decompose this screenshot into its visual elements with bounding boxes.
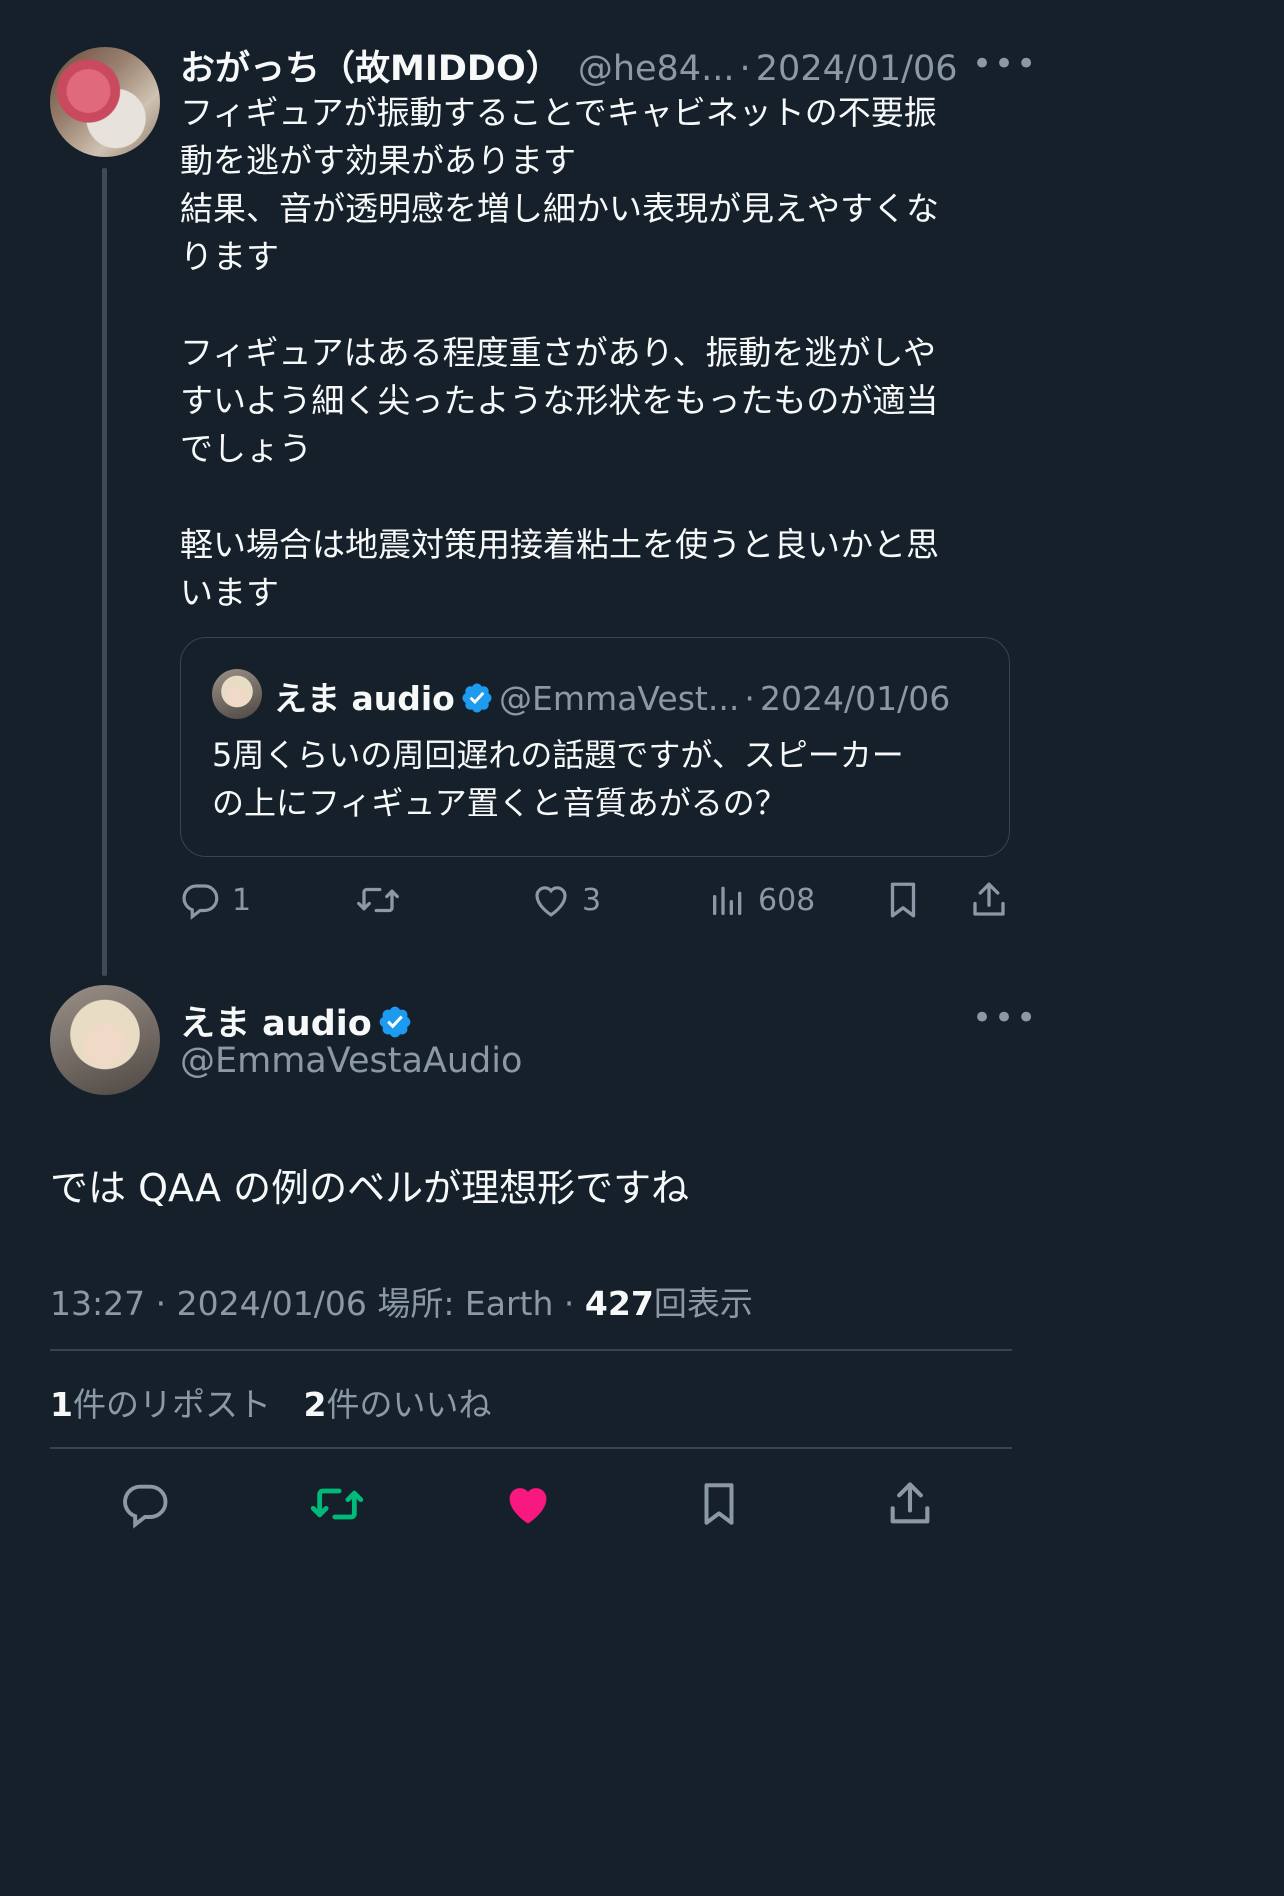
tweet-time[interactable]: 13:27 — [50, 1284, 145, 1323]
share-icon — [884, 1478, 936, 1530]
heart-icon — [530, 879, 572, 921]
quoted-display-name: えま audio — [274, 679, 455, 718]
avatar-emma-audio[interactable] — [50, 985, 160, 1095]
main-tweet-text: では QAA の例のベルが理想形ですね — [50, 1166, 690, 1210]
views-button[interactable]: 608 — [708, 878, 815, 922]
separator-dot: · — [739, 49, 751, 89]
retweet-icon — [355, 879, 401, 921]
repost-count: 1 — [50, 1385, 73, 1424]
bookmark-button[interactable] — [694, 1478, 744, 1530]
bookmark-button[interactable] — [882, 878, 924, 922]
user-handle[interactable]: @EmmaVestaAudio — [180, 1041, 522, 1081]
quoted-tweet-text: 5周くらいの周回遅れの話題ですが、スピーカー の上にフィギュア置くと音質あがるの… — [212, 736, 904, 822]
user-handle[interactable]: @he84... — [578, 49, 735, 89]
like-count: 3 — [582, 882, 602, 918]
verified-badge-icon — [460, 681, 494, 715]
reply-icon — [120, 1478, 172, 1530]
like-button[interactable] — [502, 1478, 554, 1530]
reply-count: 1 — [232, 882, 252, 918]
views-label: 回表示 — [653, 1284, 753, 1323]
share-button[interactable] — [968, 878, 1010, 922]
more-options-icon[interactable]: ••• — [972, 998, 1038, 1038]
display-name[interactable]: おがっち（故MIDDO） — [180, 49, 561, 89]
engagement-stats: 1件のリポスト 2件のいいね — [50, 1378, 491, 1426]
separator-dot: · — [744, 679, 755, 718]
retweet-button[interactable] — [355, 878, 411, 922]
more-options-icon[interactable]: ••• — [972, 44, 1038, 84]
retweet-icon — [308, 1478, 366, 1530]
quoted-tweet-header: えま audio @EmmaVest... · 2024/01/06 — [274, 672, 950, 720]
share-button[interactable] — [884, 1478, 936, 1530]
main-tweet-name-row: えま audio — [180, 995, 411, 1046]
verified-badge-icon — [377, 1004, 411, 1038]
quoted-avatar — [212, 669, 262, 719]
view-count: 427 — [584, 1284, 654, 1323]
quoted-handle: @EmmaVest... — [499, 679, 740, 718]
tweet-date[interactable]: 2024/01/06 — [756, 49, 958, 89]
retweet-button[interactable] — [308, 1478, 366, 1530]
view-count: 608 — [758, 882, 816, 918]
parent-tweet-header: おがっち（故MIDDO） @he84... · 2024/01/06 — [180, 40, 958, 91]
avatar-ogacchi[interactable] — [50, 47, 160, 157]
share-icon — [968, 879, 1010, 921]
parent-tweet-text: フィギュアが振動することでキャビネットの不要振 動を逃がす効果があります 結果、… — [180, 93, 939, 612]
separator-dot: · — [155, 1284, 167, 1323]
like-button[interactable]: 3 — [530, 878, 601, 922]
tweet-location: 場所: Earth — [377, 1284, 554, 1323]
quoted-date: 2024/01/06 — [760, 679, 951, 718]
display-name[interactable]: えま audio — [180, 1004, 372, 1044]
bookmark-icon — [882, 879, 924, 921]
likes-link[interactable]: 2件のいいね — [303, 1385, 491, 1424]
separator-dot: · — [563, 1284, 575, 1323]
divider — [50, 1447, 1012, 1449]
reposts-link[interactable]: 1件のリポスト — [50, 1385, 271, 1424]
repost-label: 件のリポスト — [72, 1385, 271, 1424]
reply-button[interactable]: 1 — [180, 878, 251, 922]
bookmark-icon — [694, 1478, 744, 1530]
tweet-meta: 13:27 · 2024/01/06 場所: Earth · 427回表示 — [50, 1277, 753, 1325]
heart-filled-icon — [502, 1478, 554, 1530]
reply-icon — [180, 879, 222, 921]
like-count: 2 — [303, 1385, 327, 1424]
tweet-date[interactable]: 2024/01/06 — [177, 1284, 367, 1323]
analytics-icon — [708, 880, 748, 920]
like-label: 件のいいね — [326, 1385, 492, 1424]
divider — [50, 1349, 1012, 1351]
thread-connector-line — [102, 168, 107, 976]
reply-button[interactable] — [120, 1478, 172, 1530]
